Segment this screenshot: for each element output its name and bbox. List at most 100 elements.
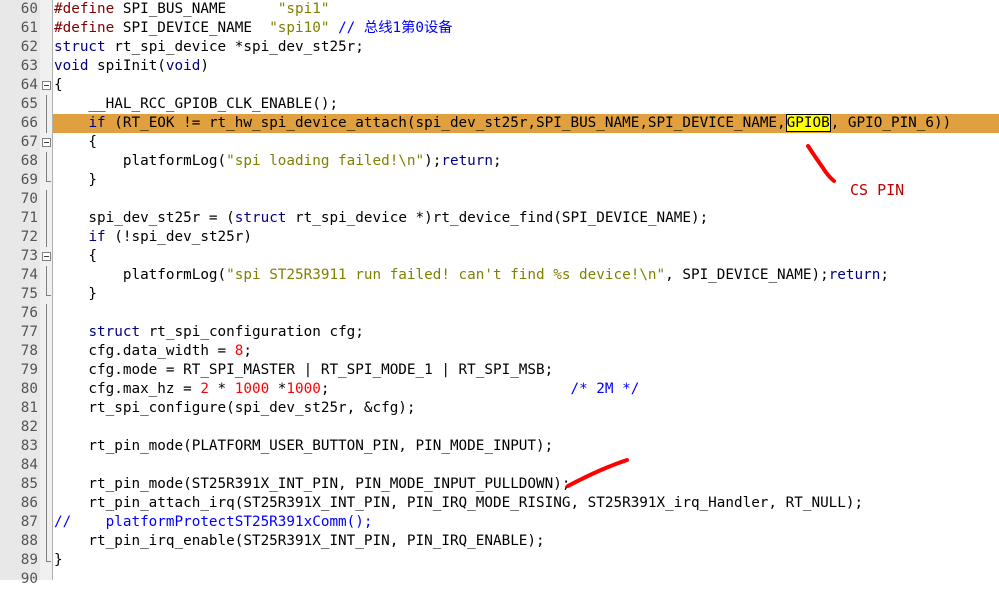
fold-toggle-icon[interactable] bbox=[40, 247, 52, 266]
code-line[interactable]: 83 rt_pin_mode(PLATFORM_USER_BUTTON_PIN,… bbox=[0, 437, 999, 456]
fold-line bbox=[40, 114, 52, 133]
code-line[interactable]: 62 struct rt_spi_device *spi_dev_st25r; bbox=[0, 38, 999, 57]
code-editor[interactable]: 60 #define SPI_BUS_NAME "spi1" 61 #define S… bbox=[0, 0, 999, 587]
code-line[interactable]: 72 if (!spi_dev_st25r) bbox=[0, 228, 999, 247]
code-token: "spi1" bbox=[277, 1, 330, 17]
code-token: struct bbox=[234, 210, 287, 226]
code-text[interactable]: platformLog("spi ST25R3911 run failed! c… bbox=[53, 266, 999, 285]
code-text[interactable]: cfg.mode = RT_SPI_MASTER | RT_SPI_MODE_1… bbox=[53, 361, 999, 380]
code-text[interactable]: rt_pin_mode(PLATFORM_USER_BUTTON_PIN, PI… bbox=[53, 437, 999, 456]
code-text[interactable]: platformLog("spi loading failed!\n");ret… bbox=[53, 152, 999, 171]
code-text[interactable]: { bbox=[53, 133, 999, 152]
line-number: 70 bbox=[20, 191, 38, 207]
line-number: 89 bbox=[20, 552, 38, 568]
code-line[interactable]: 75 } bbox=[0, 285, 999, 304]
code-text[interactable]: } bbox=[53, 551, 999, 570]
code-line[interactable]: 89} bbox=[0, 551, 999, 570]
code-line[interactable]: 88 rt_pin_irq_enable(ST25R391X_INT_PIN, … bbox=[0, 532, 999, 551]
line-number: 82 bbox=[20, 419, 38, 435]
fold-line bbox=[40, 304, 52, 323]
code-line[interactable]: 60 #define SPI_BUS_NAME "spi1" bbox=[0, 0, 999, 19]
code-token: * bbox=[208, 381, 235, 397]
code-line[interactable]: 63 void spiInit(void) bbox=[0, 57, 999, 76]
fold-toggle-icon[interactable] bbox=[40, 133, 52, 152]
line-number: 73 bbox=[20, 248, 38, 264]
code-token: "spi ST25R3911 run failed! can't find %s… bbox=[226, 267, 666, 283]
line-number: 66 bbox=[20, 115, 38, 131]
code-token: rt_spi_configuration cfg; bbox=[140, 324, 364, 340]
line-number: 79 bbox=[20, 362, 38, 378]
code-text[interactable]: void spiInit(void) bbox=[53, 57, 999, 76]
code-text[interactable] bbox=[53, 456, 999, 475]
code-line[interactable]: 74 platformLog("spi ST25R3911 run failed… bbox=[0, 266, 999, 285]
code-line[interactable]: 82 bbox=[0, 418, 999, 437]
code-line[interactable]: 85 rt_pin_mode(ST25R391X_INT_PIN, PIN_MO… bbox=[0, 475, 999, 494]
code-token: (!spi_dev_st25r) bbox=[105, 229, 252, 245]
code-token: __HAL_RCC_GPIOB_CLK_ENABLE(); bbox=[54, 96, 339, 112]
code-token: , GPIO_PIN_6)) bbox=[830, 115, 952, 131]
code-token: cfg.max_hz = bbox=[54, 381, 201, 397]
line-number: 69 bbox=[20, 172, 38, 188]
code-text[interactable]: rt_pin_irq_enable(ST25R391X_INT_PIN, PIN… bbox=[53, 532, 999, 551]
code-token: /* 2M */ bbox=[570, 381, 640, 397]
fold-line bbox=[40, 95, 52, 114]
fold-line bbox=[40, 551, 52, 570]
code-line[interactable]: 78 cfg.data_width = 8; bbox=[0, 342, 999, 361]
code-text[interactable] bbox=[53, 304, 999, 323]
code-line[interactable]: 76 bbox=[0, 304, 999, 323]
fold-line bbox=[40, 418, 52, 437]
code-line[interactable]: 79 cfg.mode = RT_SPI_MASTER | RT_SPI_MOD… bbox=[0, 361, 999, 380]
code-token: void bbox=[54, 58, 89, 74]
code-token: * bbox=[269, 381, 287, 397]
code-token: spi_dev_st25r = ( bbox=[54, 210, 235, 226]
code-text[interactable]: __HAL_RCC_GPIOB_CLK_ENABLE(); bbox=[53, 95, 999, 114]
line-number: 61 bbox=[20, 20, 38, 36]
code-text[interactable]: spi_dev_st25r = (struct rt_spi_device *)… bbox=[53, 209, 999, 228]
code-line[interactable]: 73 { bbox=[0, 247, 999, 266]
code-text[interactable]: } bbox=[53, 285, 999, 304]
code-line[interactable]: 67 { bbox=[0, 133, 999, 152]
code-text[interactable]: #define SPI_DEVICE_NAME "spi10" // 总线1第0… bbox=[53, 19, 999, 38]
code-token: } bbox=[54, 172, 98, 188]
code-text[interactable]: { bbox=[53, 247, 999, 266]
line-number: 75 bbox=[20, 286, 38, 302]
fold-toggle-icon[interactable] bbox=[40, 76, 52, 95]
code-text[interactable]: if (!spi_dev_st25r) bbox=[53, 228, 999, 247]
code-token: rt_pin_mode(ST25R391X_INT_PIN, PIN_MODE_… bbox=[54, 476, 571, 492]
code-token: rt_spi_device bbox=[105, 39, 235, 55]
code-line[interactable]: 71 spi_dev_st25r = (struct rt_spi_device… bbox=[0, 209, 999, 228]
code-line[interactable]: 68 platformLog("spi loading failed!\n");… bbox=[0, 152, 999, 171]
code-text[interactable]: rt_spi_configure(spi_dev_st25r, &cfg); bbox=[53, 399, 999, 418]
code-text[interactable]: if (RT_EOK != rt_hw_spi_device_attach(sp… bbox=[53, 114, 999, 133]
code-token: ; bbox=[880, 267, 889, 283]
code-text[interactable] bbox=[53, 418, 999, 437]
code-text[interactable]: // platformProtectST25R391xComm(); bbox=[53, 513, 999, 532]
fold-line bbox=[40, 494, 52, 513]
code-line[interactable]: 66 if (RT_EOK != rt_hw_spi_device_attach… bbox=[0, 114, 999, 133]
code-text[interactable]: cfg.data_width = 8; bbox=[53, 342, 999, 361]
code-line[interactable]: 81 rt_spi_configure(spi_dev_st25r, &cfg)… bbox=[0, 399, 999, 418]
code-text[interactable]: { bbox=[53, 76, 999, 95]
code-line[interactable]: 77 struct rt_spi_configuration cfg; bbox=[0, 323, 999, 342]
line-number: 77 bbox=[20, 324, 38, 340]
code-line[interactable]: 80 cfg.max_hz = 2 * 1000 *1000; /* 2M */ bbox=[0, 380, 999, 399]
code-line[interactable]: 61 #define SPI_DEVICE_NAME "spi10" // 总线1… bbox=[0, 19, 999, 38]
code-line[interactable]: 64 { bbox=[0, 76, 999, 95]
code-line[interactable]: 86 rt_pin_attach_irq(ST25R391X_INT_PIN, … bbox=[0, 494, 999, 513]
code-text[interactable]: cfg.max_hz = 2 * 1000 *1000; /* 2M */ bbox=[53, 380, 999, 399]
code-text[interactable]: #define SPI_BUS_NAME "spi1" bbox=[53, 0, 999, 19]
code-token: ; bbox=[243, 343, 252, 359]
code-line[interactable]: 65 __HAL_RCC_GPIOB_CLK_ENABLE(); bbox=[0, 95, 999, 114]
code-text[interactable]: rt_pin_mode(ST25R391X_INT_PIN, PIN_MODE_… bbox=[53, 475, 999, 494]
code-line[interactable]: 87 // platformProtectST25R391xComm(); bbox=[0, 513, 999, 532]
code-text[interactable]: rt_pin_attach_irq(ST25R391X_INT_PIN, PIN… bbox=[53, 494, 999, 513]
code-text[interactable]: struct rt_spi_device *spi_dev_st25r; bbox=[53, 38, 999, 57]
code-text[interactable]: struct rt_spi_configuration cfg; bbox=[53, 323, 999, 342]
fold-line bbox=[40, 266, 52, 285]
code-token: rt_spi_device *)rt_device_find(SPI_DEVIC… bbox=[286, 210, 709, 226]
code-line[interactable]: 84 bbox=[0, 456, 999, 475]
fold-line bbox=[40, 380, 52, 399]
